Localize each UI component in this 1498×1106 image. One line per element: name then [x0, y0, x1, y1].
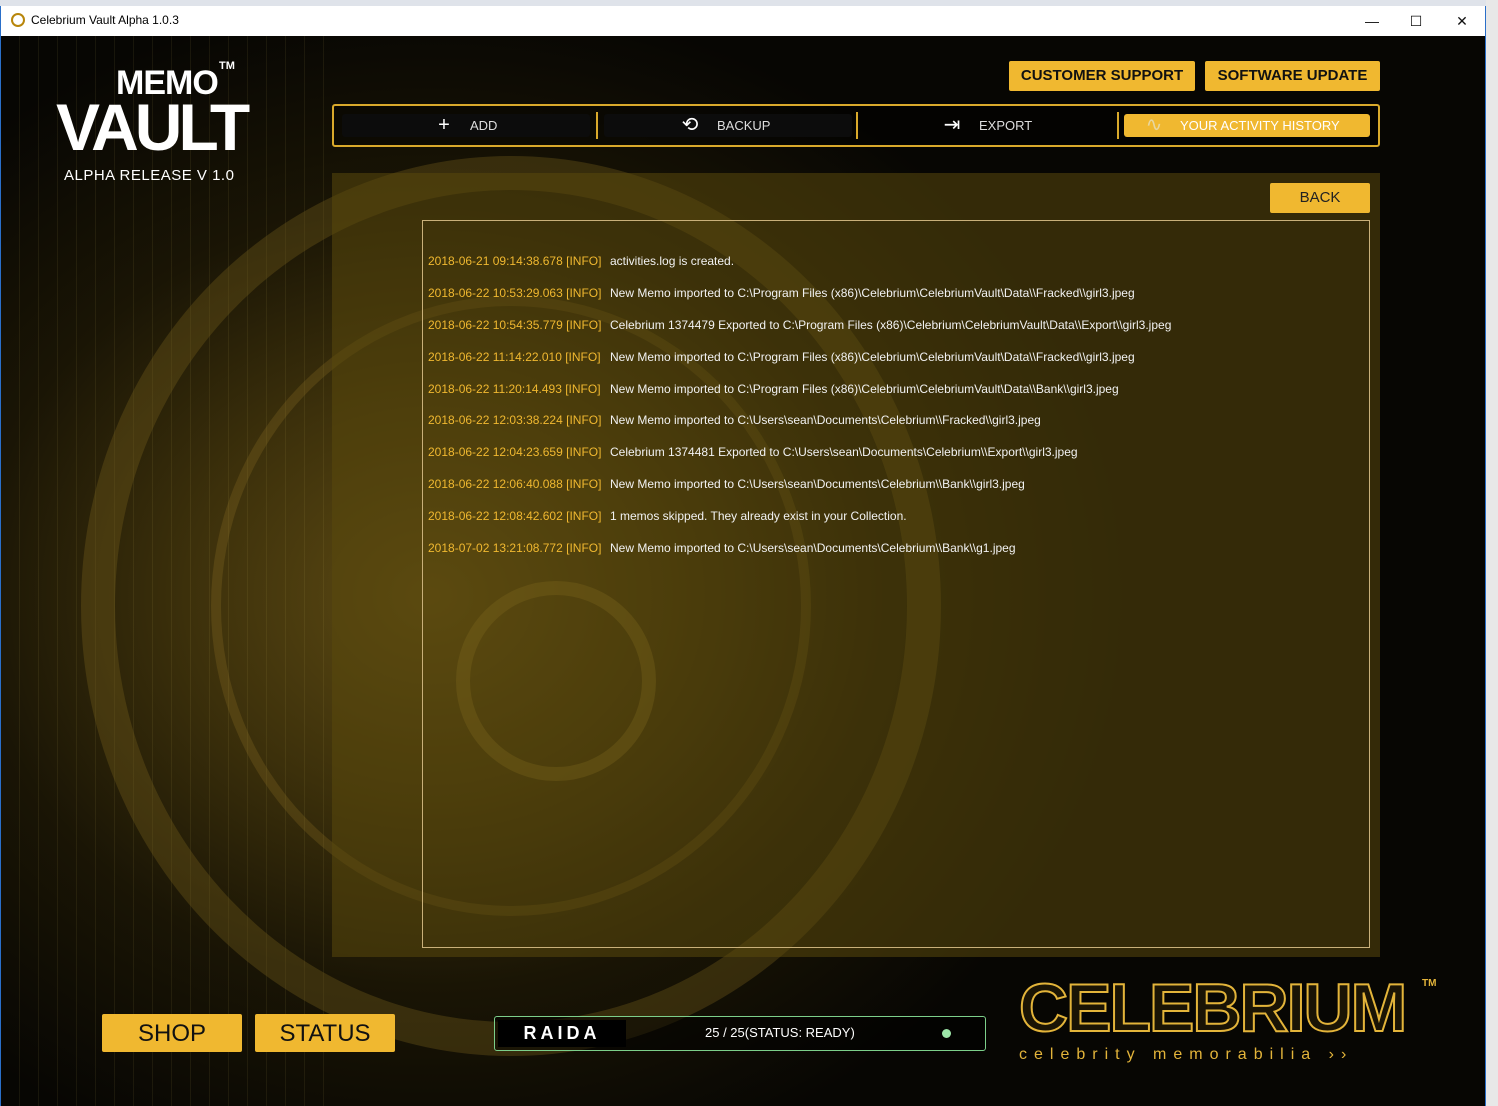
log-entry: 2018-06-22 10:53:29.063 [INFO] New Memo i…	[428, 283, 1135, 303]
log-message: 1 memos skipped. They already exist in y…	[610, 509, 907, 523]
log-message: New Memo imported to C:\Program Files (x…	[610, 286, 1135, 300]
celebrium-wordmark: CELEBRIUM	[1018, 970, 1408, 1046]
celebrium-brand: CELEBRIUM TM celebrity memorabilia ››	[1018, 970, 1439, 1063]
log-message: Celebrium 1374481 Exported to C:\Users\s…	[610, 445, 1078, 459]
log-timestamp: 2018-06-21 09:14:38.678 [INFO]	[428, 254, 602, 268]
software-update-button[interactable]: SOFTWARE UPDATE	[1205, 61, 1380, 91]
raida-logo: RAIDA	[498, 1020, 626, 1047]
log-message: New Memo imported to C:\Program Files (x…	[610, 382, 1119, 396]
desktop-edge	[1486, 0, 1498, 1106]
log-entry: 2018-06-21 09:14:38.678 [INFO] activities…	[428, 251, 734, 271]
celebrium-tm: TM	[1422, 978, 1437, 989]
back-button[interactable]: BACK	[1270, 183, 1370, 213]
logo-vault: VAULT	[56, 90, 250, 164]
log-message: activities.log is created.	[610, 254, 735, 268]
log-timestamp: 2018-06-22 10:54:35.779 [INFO]	[428, 318, 602, 332]
log-entry: 2018-06-22 12:08:42.602 [INFO] 1 memos sk…	[428, 506, 907, 526]
log-timestamp: 2018-06-22 11:20:14.493 [INFO]	[428, 382, 601, 396]
raida-status-bar: RAIDA 25 / 25(STATUS: READY)	[494, 1016, 986, 1051]
window-title: Celebrium Vault Alpha 1.0.3	[31, 13, 179, 27]
log-message: New Memo imported to C:\Program Files (x…	[610, 350, 1135, 364]
app-icon	[11, 13, 25, 27]
title-bar: Celebrium Vault Alpha 1.0.3 — ☐ ✕	[1, 6, 1485, 36]
export-icon: ⇥	[943, 114, 961, 136]
log-entry: 2018-06-22 12:04:23.659 [INFO] Celebrium …	[428, 442, 1078, 462]
export-button[interactable]: ⇥ EXPORT	[864, 114, 1114, 137]
log-entry: 2018-06-22 11:14:22.010 [INFO] New Memo i…	[428, 347, 1135, 367]
log-timestamp: 2018-06-22 12:06:40.088 [INFO]	[428, 477, 602, 491]
toolbar-divider	[1117, 112, 1119, 139]
add-button[interactable]: + ADD	[342, 114, 590, 137]
plus-icon: +	[438, 114, 450, 136]
raida-status-text: 25 / 25(STATUS: READY)	[705, 1025, 855, 1040]
log-timestamp: 2018-06-22 12:03:38.224 [INFO]	[428, 413, 602, 427]
backup-button[interactable]: ⟲ BACKUP	[604, 114, 852, 137]
log-message: Celebrium 1374479 Exported to C:\Program…	[610, 318, 1172, 332]
close-button[interactable]: ✕	[1439, 6, 1485, 36]
log-timestamp: 2018-06-22 12:04:23.659 [INFO]	[428, 445, 602, 459]
minimize-button[interactable]: —	[1349, 6, 1395, 36]
logo-tm: TM	[219, 60, 235, 72]
app-window: Celebrium Vault Alpha 1.0.3 — ☐ ✕ MEMO T…	[0, 6, 1486, 1106]
log-timestamp: 2018-06-22 12:08:42.602 [INFO]	[428, 509, 602, 523]
toolbar-divider	[596, 112, 598, 139]
maximize-button[interactable]: ☐	[1393, 6, 1439, 36]
activity-history-label: YOUR ACTIVITY HISTORY	[1180, 118, 1340, 133]
activity-history-tab[interactable]: ∿ YOUR ACTIVITY HISTORY	[1124, 114, 1370, 137]
status-indicator-dot	[942, 1029, 951, 1038]
log-entry: 2018-06-22 12:06:40.088 [INFO] New Memo i…	[428, 474, 1025, 494]
toolbar-divider	[856, 112, 858, 139]
activity-pulse-icon: ∿	[1145, 114, 1163, 136]
log-entry: 2018-06-22 10:54:35.779 [INFO] Celebrium …	[428, 315, 1171, 335]
log-entry: 2018-06-22 12:03:38.224 [INFO] New Memo i…	[428, 410, 1041, 430]
backup-label: BACKUP	[717, 118, 771, 133]
celebrium-tagline: celebrity memorabilia ››	[1019, 1046, 1354, 1063]
shop-button[interactable]: SHOP	[102, 1014, 242, 1052]
log-timestamp: 2018-06-22 10:53:29.063 [INFO]	[428, 286, 602, 300]
log-message: New Memo imported to C:\Users\sean\Docum…	[610, 477, 1025, 491]
log-timestamp: 2018-07-02 13:21:08.772 [INFO]	[428, 541, 602, 555]
history-clock-icon: ⟲	[681, 114, 699, 136]
log-entry: 2018-07-02 13:21:08.772 [INFO] New Memo i…	[428, 538, 1016, 558]
log-entry: 2018-06-22 11:20:14.493 [INFO] New Memo i…	[428, 379, 1119, 399]
export-label: EXPORT	[979, 118, 1033, 133]
log-message: New Memo imported to C:\Users\sean\Docum…	[610, 413, 1041, 427]
customer-support-button[interactable]: CUSTOMER SUPPORT	[1009, 61, 1195, 91]
activity-log[interactable]: 2018-06-21 09:14:38.678 [INFO] activities…	[422, 220, 1370, 948]
app-content: MEMO TM VAULT ALPHA RELEASE V 1.0 CUSTOM…	[1, 36, 1485, 1106]
main-toolbar: + ADD ⟲ BACKUP ⇥ EXPORT ∿ YOUR ACTIVITY …	[332, 104, 1380, 147]
add-label: ADD	[470, 118, 498, 133]
log-message: New Memo imported to C:\Users\sean\Docum…	[610, 541, 1016, 555]
status-button[interactable]: STATUS	[255, 1014, 395, 1052]
release-label: ALPHA RELEASE V 1.0	[64, 167, 235, 184]
log-timestamp: 2018-06-22 11:14:22.010 [INFO]	[428, 350, 601, 364]
